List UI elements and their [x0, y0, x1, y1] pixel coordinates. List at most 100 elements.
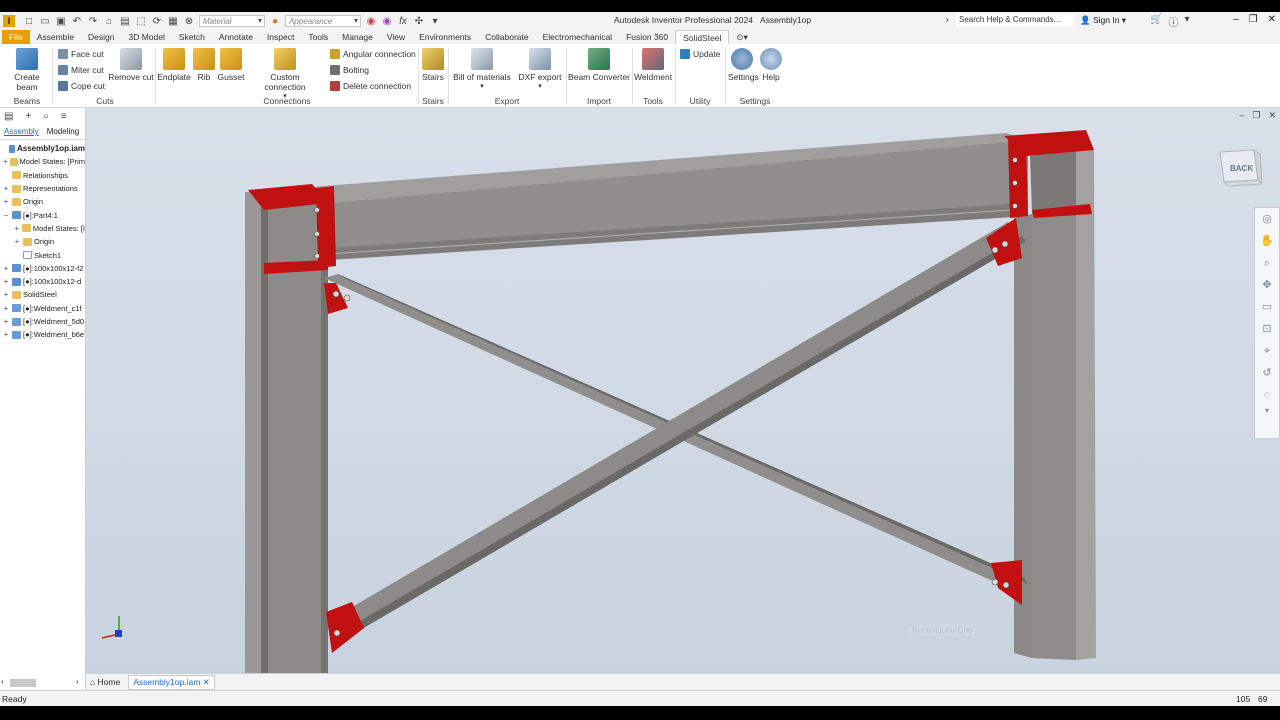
fx-parameters-button[interactable]: fx — [397, 16, 409, 27]
inventor-logo-icon[interactable]: I — [3, 15, 15, 27]
expand-toggle-icon[interactable]: + — [2, 277, 10, 286]
expand-toggle-icon[interactable]: + — [2, 184, 10, 193]
orbit-icon[interactable]: ✥ — [1255, 274, 1279, 296]
home-icon[interactable]: ⌂ — [103, 16, 115, 27]
hamburger-icon[interactable]: ≡ — [61, 111, 67, 122]
restore-icon[interactable]: ❐ — [1252, 110, 1260, 121]
expand-toggle-icon[interactable]: + — [13, 237, 21, 246]
undo-icon[interactable]: ↶ — [71, 16, 83, 27]
scroll-left-icon[interactable]: ‹ — [1, 677, 4, 686]
tab-file[interactable]: File — [2, 30, 30, 44]
measure-icon[interactable]: ▦ — [167, 16, 179, 27]
save-icon[interactable]: ▣ — [55, 16, 67, 27]
project-icon[interactable]: ▤ — [119, 16, 131, 27]
tab-tools[interactable]: Tools — [301, 30, 335, 44]
tab-design[interactable]: Design — [81, 30, 121, 44]
rib-button[interactable]: Rib — [193, 48, 215, 82]
bill-of-materials-button[interactable]: Bill of materials ▾ — [452, 48, 512, 90]
select-icon[interactable]: ⬚ — [135, 16, 147, 27]
tree-item[interactable]: Relationships — [0, 169, 85, 182]
update-button[interactable]: Update — [680, 49, 720, 59]
tree-item[interactable]: + Representations — [0, 182, 85, 195]
tab-sketch[interactable]: Sketch — [172, 30, 212, 44]
graphics-viewport[interactable]: Rectangular Grip — [86, 108, 1280, 673]
weldment-button[interactable]: Weldment — [634, 48, 672, 82]
home-tab[interactable]: ⌂ Home — [86, 676, 124, 688]
bolting-button[interactable]: Bolting — [330, 65, 369, 75]
expand-toggle-icon[interactable]: + — [2, 157, 8, 166]
tab-annotate[interactable]: Annotate — [212, 30, 260, 44]
tree-item[interactable]: + Model States: [I — [0, 222, 85, 235]
close-icon[interactable]: ✕ — [1268, 14, 1276, 25]
tab-solidsteel[interactable]: SolidSteel — [675, 30, 730, 44]
tree-item[interactable]: − [●]:Part4:1 — [0, 208, 85, 221]
minimize-icon[interactable]: – — [1233, 14, 1239, 25]
miter-cut-button[interactable]: Miter cut — [58, 65, 104, 75]
close-icon[interactable]: ✕ — [1268, 110, 1276, 121]
expand-toggle-icon[interactable]: + — [2, 330, 10, 339]
zoom-selected-icon[interactable]: ⌖ — [1255, 340, 1279, 362]
pan-icon[interactable]: ✋ — [1255, 230, 1279, 252]
tree-item[interactable]: + [●]:100x100x12-f2 — [0, 262, 85, 275]
scroll-right-icon[interactable]: › — [76, 677, 79, 686]
tree-item[interactable]: + [●]:100x100x12-d — [0, 275, 85, 288]
new-icon[interactable]: □ — [23, 16, 35, 27]
tab-collaborate[interactable]: Collaborate — [478, 30, 535, 44]
rewind-icon[interactable]: ↺ — [1255, 362, 1279, 384]
expand-toggle-icon[interactable]: − — [2, 211, 10, 220]
tab-3d-model[interactable]: 3D Model — [122, 30, 172, 44]
tree-item[interactable]: Sketch1 — [0, 248, 85, 261]
search-input[interactable]: Search Help & Commands... — [956, 14, 1074, 27]
create-beam-button[interactable]: Create beam — [4, 48, 50, 92]
color-override-icon[interactable]: ◉ — [365, 16, 377, 27]
expand-toggle-icon[interactable]: + — [2, 290, 10, 299]
help-icon[interactable]: ⓘ — [1168, 14, 1178, 29]
help-dropdown-icon[interactable]: ▾ — [1184, 14, 1189, 29]
face-cut-button[interactable]: Face cut — [58, 49, 104, 59]
dxf-export-button[interactable]: DXF export ▾ — [518, 48, 562, 90]
brace-b[interactable] — [330, 222, 1026, 636]
tree-item[interactable]: Assembly1op.iam — [0, 142, 85, 155]
custom-connection-button[interactable]: Custom connection ▾ — [249, 48, 321, 100]
steering-wheel-icon[interactable]: ◎ — [1255, 208, 1279, 230]
look-at-icon[interactable]: ▭ — [1255, 296, 1279, 318]
settings-button[interactable]: Settings — [728, 48, 759, 82]
delete-connection-button[interactable]: Delete connection — [330, 81, 411, 91]
gusset-button[interactable]: Gusset — [217, 48, 245, 82]
expand-toggle-icon[interactable]: + — [2, 197, 10, 206]
tab-assembly[interactable]: Assembly — [4, 127, 39, 136]
redo-icon[interactable]: ↷ — [87, 16, 99, 27]
tab-manage[interactable]: Manage — [335, 30, 380, 44]
scroll-thumb[interactable] — [10, 679, 36, 687]
cope-cut-button[interactable]: Cope cut — [58, 81, 105, 91]
zoom-icon[interactable]: ⌕ — [1255, 252, 1279, 274]
add-icon[interactable]: ✣ — [413, 16, 425, 27]
endplate-button[interactable]: Endplate — [157, 48, 191, 82]
browser-menu-icon[interactable]: ▤ — [4, 111, 13, 122]
open-icon[interactable]: ▭ — [39, 16, 51, 27]
close-tab-icon[interactable]: ✕ — [203, 677, 210, 687]
material-dropdown[interactable]: Material — [199, 15, 265, 27]
tree-item[interactable]: + Model States: [Prim — [0, 155, 85, 168]
model-canvas[interactable] — [86, 108, 1280, 673]
minimize-icon[interactable]: – — [1239, 110, 1244, 121]
expand-toggle-icon[interactable]: + — [2, 317, 10, 326]
restore-icon[interactable]: ❐ — [1249, 14, 1258, 25]
expand-toggle-icon[interactable]: + — [2, 264, 10, 273]
zoom-window-icon[interactable]: ⊡ — [1255, 318, 1279, 340]
expand-toggle-icon[interactable]: + — [2, 304, 10, 313]
top-beam[interactable] — [311, 133, 1029, 260]
tree-item[interactable]: + [●]:Weldment_5d0 — [0, 315, 85, 328]
expand-toggle-icon[interactable]: + — [13, 224, 20, 233]
cart-icon[interactable]: 🛒 — [1150, 14, 1162, 29]
beam-converter-button[interactable]: Beam Converter — [568, 48, 630, 82]
tab-environments[interactable]: Environments — [412, 30, 478, 44]
tab-overflow-icon[interactable]: ⊙▾ — [729, 30, 754, 44]
customize-icon[interactable]: ▾ — [429, 16, 441, 27]
tree-item[interactable]: + Origin — [0, 235, 85, 248]
remove-cut-button[interactable]: Remove cut — [108, 48, 154, 82]
help-button[interactable]: Help — [760, 48, 782, 82]
browser-scrollbar[interactable]: ‹ › — [0, 676, 86, 690]
view-cube[interactable]: BACK — [1218, 146, 1264, 188]
tree-item[interactable]: + SolidSteel — [0, 288, 85, 301]
